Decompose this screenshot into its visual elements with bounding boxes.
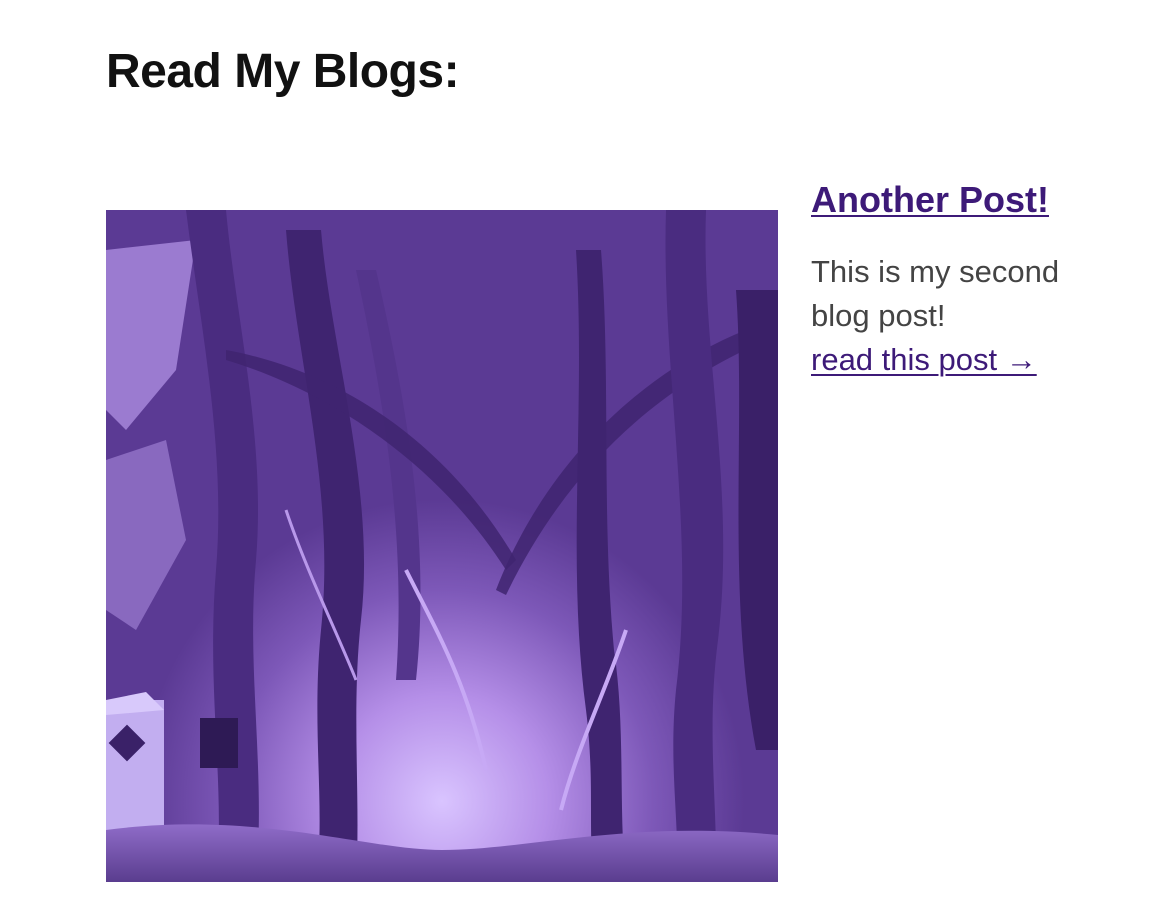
tree-tunnel-illustration <box>106 210 778 882</box>
post-body: Another Post! This is my second blog pos… <box>811 178 1111 382</box>
post-image[interactable] <box>106 210 778 882</box>
post-title: Another Post! <box>811 178 1111 222</box>
page-title: Read My Blogs: <box>106 45 460 98</box>
blog-post-card: Another Post! This is my second blog pos… <box>106 178 1106 898</box>
post-title-link[interactable]: Another Post! <box>811 179 1049 220</box>
read-post-link[interactable]: read this post → <box>811 338 1037 382</box>
post-excerpt: This is my second blog post! <box>811 254 1060 333</box>
